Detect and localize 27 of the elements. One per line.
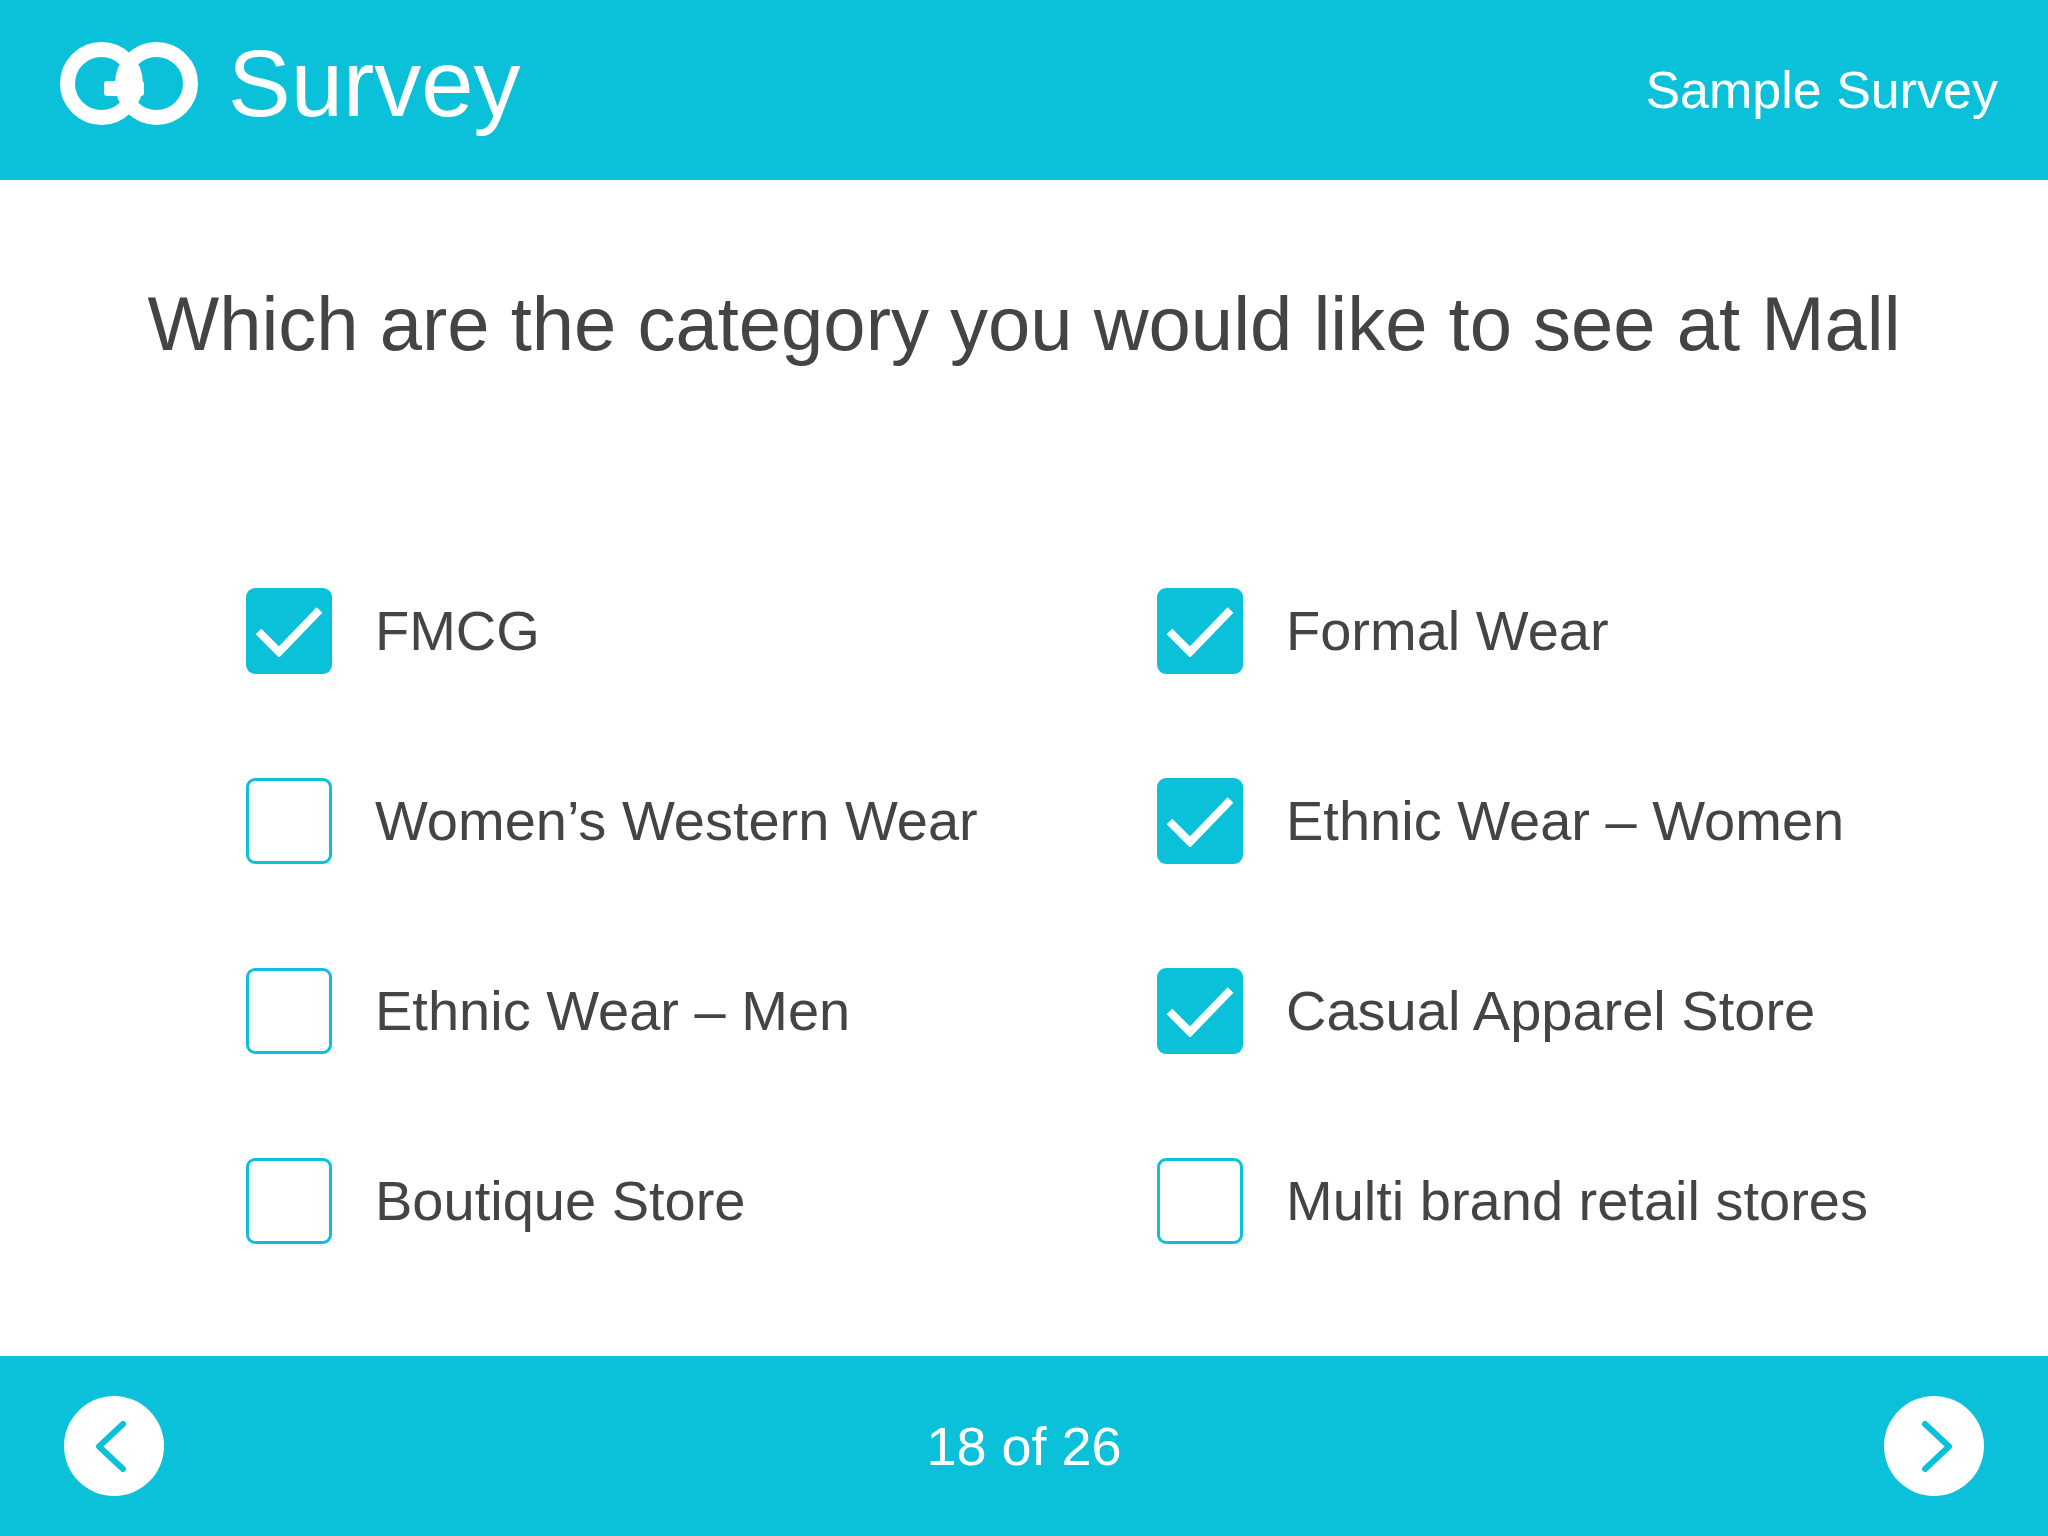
option-label: Women’s Western Wear <box>375 788 978 855</box>
checkbox[interactable] <box>246 588 332 674</box>
checkbox[interactable] <box>246 1158 332 1244</box>
option-label: Ethnic Wear – Men <box>375 978 851 1045</box>
option-label: Casual Apparel Store <box>1286 978 1816 1045</box>
progress-text: 18 of 26 <box>926 1414 1122 1478</box>
checkbox[interactable] <box>246 778 332 864</box>
checkbox[interactable] <box>1157 1158 1243 1244</box>
check-icon <box>255 605 323 657</box>
option-label: Ethnic Wear – Women <box>1286 788 1845 855</box>
check-icon <box>1166 985 1234 1037</box>
option-label: FMCG <box>375 598 540 665</box>
check-icon <box>1166 605 1234 657</box>
option-label: Boutique Store <box>375 1168 746 1235</box>
chevron-right-icon <box>1922 1420 1952 1472</box>
logo-text: Survey <box>228 32 521 136</box>
survey-title: Sample Survey <box>1645 59 1998 121</box>
question-text: Which are the category you would like to see at Mall <box>147 280 1901 368</box>
checkbox[interactable] <box>1157 968 1243 1054</box>
checkbox[interactable] <box>246 968 332 1054</box>
option-label: Formal Wear <box>1286 598 1609 665</box>
logo-icon <box>60 42 198 126</box>
option-label: Multi brand retail stores <box>1286 1168 1868 1235</box>
check-icon <box>1166 795 1234 847</box>
checkbox[interactable] <box>1157 588 1243 674</box>
chevron-left-icon <box>96 1420 126 1472</box>
checkbox[interactable] <box>1157 778 1243 864</box>
